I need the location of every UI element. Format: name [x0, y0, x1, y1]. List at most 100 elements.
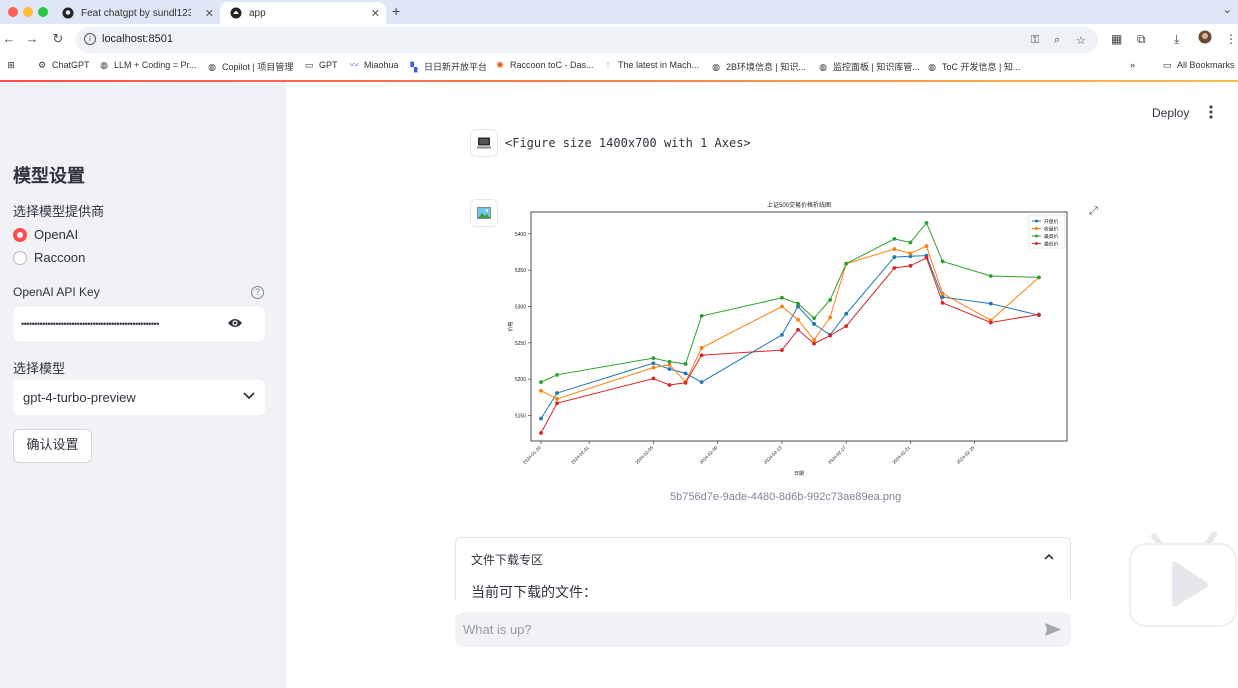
data-point [812, 338, 816, 342]
sidebar-title: 模型设置 [13, 166, 85, 186]
x-tick-label: 2024-01-29 [522, 445, 542, 465]
price-line-chart: 上证500交易价格折线图日期 价格 5150 5200 5250 5300 5350 5400… [507, 201, 1068, 477]
folder-icon: ▭ [304, 60, 314, 70]
reload-icon[interactable]: ↻ [49, 30, 67, 48]
data-point [780, 295, 784, 300]
browser-tab-app[interactable]: app ✕ [220, 2, 386, 24]
data-point [924, 244, 929, 249]
browser-tab-bar: Feat chatgpt by sundl123 · Pu ✕ app ✕ + … [0, 0, 1238, 24]
radio-raccoon[interactable]: Raccoon [13, 250, 85, 265]
data-point [988, 320, 993, 325]
floating-video-player-icon[interactable] [1128, 520, 1238, 628]
chat-input[interactable] [455, 612, 1035, 647]
data-point [555, 372, 559, 377]
legend-marker [1035, 234, 1038, 238]
radio-unselected-icon[interactable] [13, 250, 27, 265]
plot-area [530, 211, 1068, 442]
address-bar[interactable]: i localhost:8501 ⚿ ⌕ ☆ [76, 27, 1098, 53]
data-point [844, 261, 849, 266]
data-point [892, 266, 897, 270]
bookmark-item[interactable]: ▭ GPT [304, 60, 338, 70]
profile-avatar[interactable] [1198, 30, 1212, 47]
data-point [555, 391, 559, 395]
minimize-window-icon[interactable] [23, 7, 33, 17]
globe-icon: ◍ [100, 60, 108, 70]
data-point [828, 298, 833, 302]
github-icon [62, 7, 74, 19]
help-icon[interactable]: ? [251, 286, 264, 299]
bookmark-item[interactable]: ⚙ ChatGPT [37, 60, 90, 70]
site-info-icon[interactable]: i [84, 33, 96, 45]
main-menu-icon[interactable] [1208, 105, 1214, 119]
zoom-icon[interactable]: ⌕ [1054, 34, 1060, 47]
data-point [683, 371, 688, 376]
data-point [667, 367, 672, 371]
maximize-window-icon[interactable] [38, 7, 48, 17]
data-point [988, 274, 993, 278]
sensenova-icon: ▚ [410, 61, 418, 72]
data-point [651, 376, 656, 381]
data-point [699, 314, 704, 318]
bookmark-item[interactable]: ◍ ToC 开发信息 | 知... [927, 60, 1020, 73]
data-point [683, 362, 688, 366]
data-point [828, 333, 833, 338]
deploy-button[interactable]: Deploy [1152, 106, 1189, 120]
data-point [699, 346, 704, 350]
image-caption: 5b756d7e-9ade-4480-8d6b-992c73ae89ea.png [670, 491, 902, 503]
show-password-icon[interactable] [227, 317, 243, 329]
y-tick-label: 5150 [515, 414, 526, 420]
legend-marker [1035, 219, 1038, 223]
password-key-icon[interactable]: ⚿ [1031, 34, 1039, 47]
data-point [796, 327, 800, 332]
bookmark-item[interactable]: ⁞ The latest in Mach... [603, 60, 699, 70]
tab-search-icon[interactable]: ⌄ [1223, 3, 1232, 16]
chevron-up-icon[interactable] [1044, 553, 1054, 561]
more-bookmarks-icon[interactable]: » [1130, 60, 1135, 70]
radio-openai[interactable]: OpenAI [13, 227, 78, 242]
bookmark-item[interactable]: ✺ Raccoon toC - Das... [495, 60, 593, 70]
bookmark-star-icon[interactable]: ☆ [1076, 34, 1086, 47]
expander-subtitle: 当前可下载的文件： [471, 584, 597, 599]
fullscreen-icon[interactable]: ⤢ [1089, 205, 1098, 218]
all-bookmarks[interactable]: ▭ All Bookmarks [1162, 60, 1235, 70]
radio-selected-icon[interactable] [13, 227, 27, 242]
confirm-settings-button[interactable]: 确认设置 [13, 429, 92, 463]
chat-input-container [455, 612, 1071, 647]
close-tab-icon[interactable]: ✕ [205, 7, 214, 20]
bookmark-item[interactable]: ◍ 监控面板 | 知识库管... [818, 60, 920, 73]
extensions-icon[interactable]: ⧉ [1137, 32, 1146, 47]
send-icon[interactable] [1044, 622, 1062, 637]
legend-marker [1035, 227, 1038, 230]
data-point [555, 396, 559, 401]
close-window-icon[interactable] [8, 7, 18, 17]
data-point [651, 361, 656, 366]
x-tick-label: 2024-02-25 [956, 445, 976, 465]
bookmark-item[interactable]: ◍ 2B环境信息 | 知识... [711, 60, 806, 73]
data-point [539, 431, 543, 435]
forward-icon[interactable]: → [23, 30, 41, 48]
new-tab-icon[interactable]: + [392, 3, 400, 19]
figure-output-text: <Figure size 1400x700 with 1 Axes> [505, 136, 751, 150]
browser-tab-github[interactable]: Feat chatgpt by sundl123 · Pu ✕ [52, 2, 220, 24]
data-point [988, 301, 993, 306]
back-icon[interactable]: ← [0, 30, 18, 48]
download-icon[interactable]: ⤓ [1174, 32, 1179, 47]
qr-code-icon[interactable]: ▦ [1111, 32, 1122, 46]
close-tab-icon[interactable]: ✕ [371, 7, 380, 20]
globe-icon: ◍ [208, 61, 216, 72]
api-key-field[interactable]: ••••••••••••••••••••••••••••••••••••••••… [13, 307, 265, 341]
bookmark-item[interactable]: ▚ 日日新开放平台 [409, 60, 487, 73]
data-point [667, 383, 672, 387]
bookmark-item[interactable]: ◍ Copilot | 项目管理 [207, 60, 293, 73]
provider-label: 选择模型提供商 [13, 204, 105, 219]
download-expander[interactable]: 文件下载专区 当前可下载的文件： [455, 537, 1071, 599]
model-select[interactable]: gpt-4-turbo-preview [13, 380, 265, 415]
bookmark-item[interactable]: 〰 Miaohua [349, 60, 398, 70]
browser-menu-icon[interactable]: ⋮ [1225, 32, 1237, 46]
globe-icon: ◍ [712, 61, 720, 72]
bookmark-item[interactable]: ◍ LLM + Coding = Pr... [99, 60, 196, 70]
apps-grid-icon[interactable]: ⊞ [6, 60, 21, 70]
legend-label: 收盘价 [1044, 225, 1059, 232]
main-content: Deploy <Figure size 1400x700 with 1 Axes… [286, 82, 1238, 688]
legend-label: 开盘价 [1044, 218, 1059, 225]
